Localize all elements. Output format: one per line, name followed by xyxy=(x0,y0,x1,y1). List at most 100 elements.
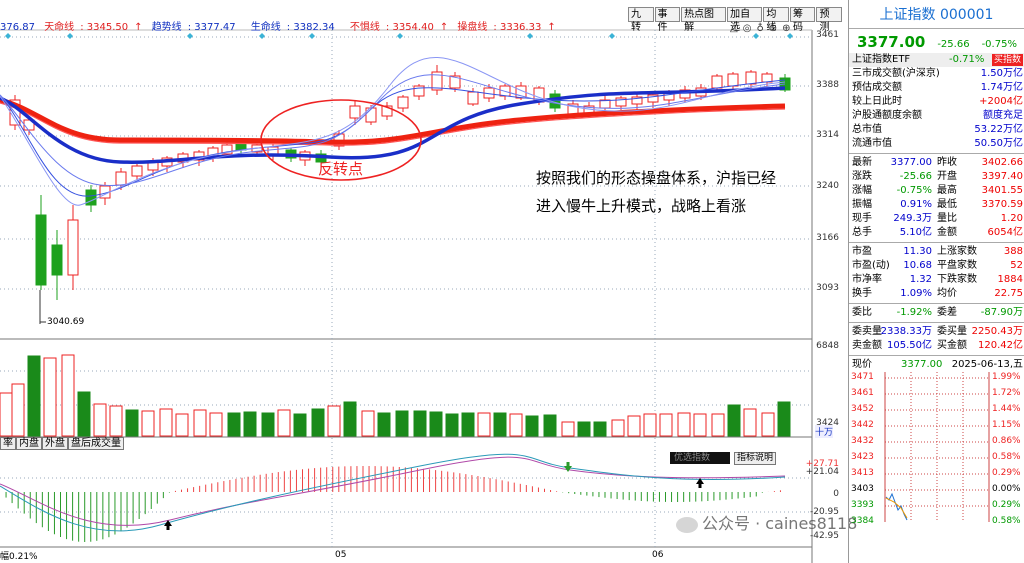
ma-label-0: 天命线: 3345.50 ↑ xyxy=(44,22,143,33)
mini-axis-tick: 3442 xyxy=(851,420,874,430)
order-ratio-block: 委比 -1.92% 委差 -87.90万 xyxy=(849,306,1024,320)
toolbar-chips[interactable]: 筹码 xyxy=(789,7,816,33)
toolbar-jiuzhuan[interactable]: 九转 xyxy=(628,7,654,33)
volume-bar xyxy=(277,409,291,437)
quote-v: 11.30 xyxy=(903,246,932,257)
triangle-icon[interactable]: △ xyxy=(730,23,743,34)
quote-row: 流通市值 50.50万亿 xyxy=(849,137,1024,151)
price-tick-2: 3314 xyxy=(816,130,839,140)
quote-row: 较上日此时 +2004亿 xyxy=(849,95,1024,109)
toolbar-add-watchlist[interactable]: 加自选 xyxy=(727,7,763,33)
volume-bar xyxy=(43,357,57,437)
quote-v: 2338.33万 xyxy=(880,326,932,337)
toolbar-forecast[interactable]: 预测 xyxy=(816,7,843,33)
volume-bar xyxy=(125,409,139,437)
quote-l: 最新 xyxy=(852,157,872,168)
quote-row: 市盈(动) 10.68 平盘家数 52 xyxy=(849,259,1024,273)
price-change-pct: -0.75% xyxy=(981,39,1017,50)
mini-axis-tick: 3384 xyxy=(851,516,874,526)
quote-row: 市盈 11.30 上涨家数 388 xyxy=(849,245,1024,259)
toolbar-ma[interactable]: 均线 xyxy=(763,7,789,33)
volume-bar xyxy=(677,412,691,437)
mini-axis-tick: 0.58% xyxy=(992,452,1021,462)
ma-label-3: 不惧线: 3354.40 ↑ xyxy=(349,22,449,33)
quote-v: 5.10亿 xyxy=(899,227,932,238)
price-tick-1: 3388 xyxy=(816,80,839,90)
quote-l: 市净率 xyxy=(852,274,882,285)
mini-axis-tick: 0.86% xyxy=(992,436,1021,446)
mini-axis-tick: 1.15% xyxy=(992,420,1021,430)
volume-bar xyxy=(93,403,107,437)
chart-canvas[interactable] xyxy=(0,0,843,563)
price-tick-0: 3461 xyxy=(816,30,839,40)
toolbar-events[interactable]: 事件 xyxy=(654,7,681,33)
quote-v2: 3401.55 xyxy=(981,185,1023,196)
buy-index-button[interactable]: 买指数 xyxy=(991,54,1023,66)
quote-l: 流通市值 xyxy=(852,138,892,149)
quote-row: 涨跌 -25.66 开盘 3397.40 xyxy=(849,170,1024,184)
quote-v2: 52 xyxy=(1010,260,1023,271)
volume-bar xyxy=(659,413,673,437)
volume-bar xyxy=(109,405,123,437)
mini-axis-tick: 0.58% xyxy=(992,516,1021,526)
quote-v2: 3397.40 xyxy=(981,171,1023,182)
quote-row: 委比 -1.92% 委差 -87.90万 xyxy=(849,306,1024,320)
toolbar-hotspot[interactable]: 热点图解 xyxy=(681,7,727,33)
volume-bar xyxy=(141,410,155,437)
bell-icon[interactable]: ♁ xyxy=(756,23,768,34)
quote-block: 最新 3377.00 昨收 3402.66 涨跌 -25.66 开盘 3397.40 涨幅 -0.… xyxy=(849,156,1024,240)
volume-bar xyxy=(525,415,539,437)
volume-bar xyxy=(561,421,575,437)
volume-bar xyxy=(61,354,75,437)
quote-v: 0.91% xyxy=(900,199,932,210)
eye-icon[interactable]: ◎ xyxy=(743,23,757,34)
quote-l: 换手 xyxy=(852,288,872,299)
market-turnover-block: 三市成交额(沪深京) 1.50万亿 预估成交额 1.74万亿 较上日此时 +2004亿 沪股… xyxy=(849,67,1024,151)
quote-l2: 平盘家数 xyxy=(937,260,977,271)
quote-row: 卖金额 105.50亿 买金额 120.42亿 xyxy=(849,339,1024,353)
quote-l: 涨幅 xyxy=(852,185,872,196)
quote-l2: 最低 xyxy=(937,199,957,210)
volume-bar xyxy=(509,413,523,437)
quote-l: 三市成交额(沪深京) xyxy=(852,68,940,79)
quote-panel: 上证指数 000001 3377.00 -25.66 -0.75% 上证指数ETF … xyxy=(848,0,1024,563)
volume-bar xyxy=(743,408,757,437)
tab-inner[interactable]: 内盘 xyxy=(16,437,42,450)
wechat-icon xyxy=(676,516,698,533)
quote-v: 额度充足 xyxy=(983,110,1023,121)
mini-axis-tick: 3423 xyxy=(851,452,874,462)
annotation-line-1: 按照我们的形态操盘体系，沪指已经 xyxy=(536,169,777,187)
volume-bar xyxy=(227,412,241,437)
quote-v: 10.68 xyxy=(903,260,932,271)
candle-body xyxy=(745,71,757,85)
quote-v: 50.50万亿 xyxy=(974,138,1023,149)
intraday-mini-chart[interactable]: 3471 3461 3452 3442 3432 3423 3413 3403 3393 3384… xyxy=(849,372,1024,526)
reversal-label: 反转点 xyxy=(318,160,364,178)
tab-after-hours[interactable]: 盘后成交量 xyxy=(68,437,124,450)
kline-chart-area[interactable]: 376.87 天命线: 3345.50 ↑ 趋势线: 3377.47 生命线: 3… xyxy=(0,0,857,563)
mini-axis-tick: 3393 xyxy=(851,500,874,510)
mini-axis-tick: 3452 xyxy=(851,404,874,414)
etf-row[interactable]: 上证指数ETF -0.71% 买指数 xyxy=(849,53,1024,67)
tab-outer[interactable]: 外盘 xyxy=(42,437,68,450)
quote-v: -0.75% xyxy=(896,185,932,196)
quote-v: -1.92% xyxy=(896,307,932,318)
quote-l2: 下跌家数 xyxy=(937,274,977,285)
volume-bar xyxy=(577,421,591,437)
quote-v2: 1884 xyxy=(997,274,1023,285)
candle-body xyxy=(727,73,739,87)
tab-preferred-index[interactable]: 优选指数 xyxy=(670,452,731,464)
quote-l: 现手 xyxy=(852,213,872,224)
quote-l: 预估成交额 xyxy=(852,82,902,93)
quote-v: 1.09% xyxy=(900,288,932,299)
quote-row: 换手 1.09% 均价 22.75 xyxy=(849,287,1024,301)
ma-legend: 376.87 天命线: 3345.50 ↑ 趋势线: 3377.47 生命线: 3… xyxy=(0,18,620,33)
tab-rate[interactable]: 率 xyxy=(0,437,16,450)
plus-icon[interactable]: ⊕ xyxy=(782,23,795,34)
quote-v: 105.50亿 xyxy=(887,340,932,351)
tab-indicator-help[interactable]: 指标说明 xyxy=(734,452,777,465)
minus-icon[interactable]: ⊖ xyxy=(769,23,782,34)
volume-bar xyxy=(493,412,507,437)
volume-bar xyxy=(343,401,357,437)
volume-bar xyxy=(593,421,607,437)
